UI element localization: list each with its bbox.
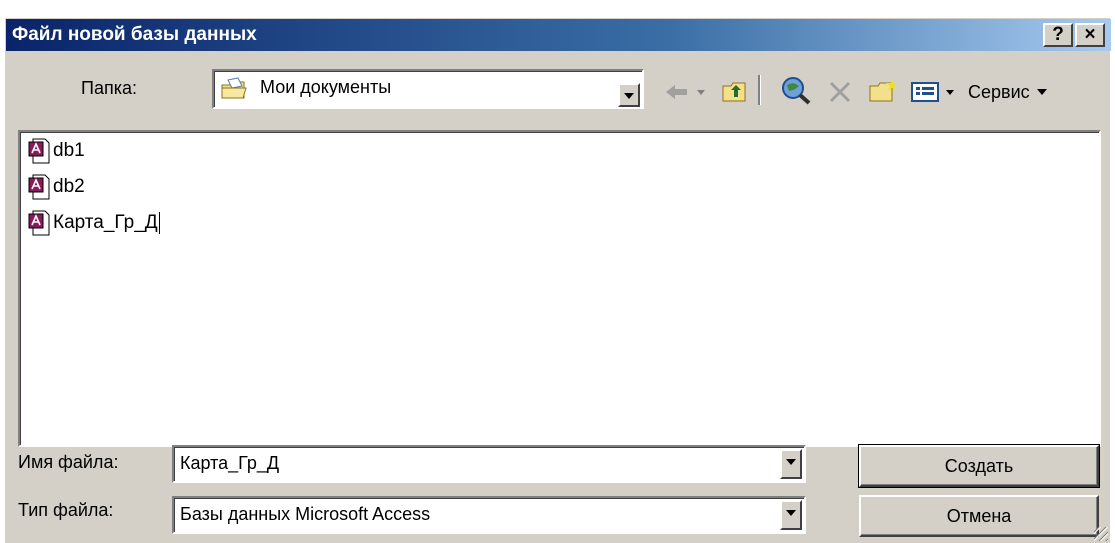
delete-icon <box>829 81 851 103</box>
access-database-icon <box>28 138 50 164</box>
filetype-label: Тип файла: <box>18 500 114 520</box>
create-button[interactable]: Создать <box>858 444 1100 488</box>
filename-field[interactable]: Карта_Гр_Д <box>172 445 806 483</box>
file-list[interactable]: db1 db2 Карта_Гр_Д <box>18 130 1101 447</box>
my-documents-icon <box>221 77 247 99</box>
tools-menu-label: Сервис <box>968 81 1030 102</box>
help-icon: ? <box>1052 24 1064 45</box>
filetype-dropdown-button[interactable] <box>780 500 802 530</box>
file-name: db2 <box>53 176 85 197</box>
close-button[interactable]: × <box>1075 23 1105 47</box>
toolbar-separator <box>758 75 761 105</box>
filename-value: Карта_Гр_Д <box>180 453 280 473</box>
new-folder-button[interactable] <box>866 75 902 105</box>
chevron-down-icon <box>1036 89 1047 95</box>
folder-value: Мои документы <box>260 77 392 97</box>
file-name: db1 <box>53 140 85 161</box>
up-one-level-button[interactable] <box>718 77 752 107</box>
folder-label: Папка: <box>81 78 137 98</box>
folder-up-icon <box>722 82 746 102</box>
create-button-label: Создать <box>944 456 1014 476</box>
search-web-icon <box>782 77 811 105</box>
new-folder-icon <box>869 78 898 102</box>
delete-button[interactable] <box>823 77 857 107</box>
list-item[interactable]: db2 <box>28 172 85 202</box>
file-name: Карта_Гр_Д <box>53 212 158 233</box>
filetype-select[interactable]: Базы данных Microsoft Access <box>172 496 806 534</box>
list-item[interactable]: db1 <box>28 136 85 166</box>
filename-label: Имя файла: <box>18 452 119 472</box>
filetype-value: Базы данных Microsoft Access <box>180 504 431 524</box>
search-web-button[interactable] <box>776 75 816 105</box>
folder-combobox[interactable]: Мои документы <box>212 69 644 109</box>
access-database-icon <box>28 174 50 200</box>
close-icon: × <box>1084 24 1096 45</box>
resize-grip[interactable] <box>1094 527 1108 541</box>
back-arrow-icon <box>666 85 705 99</box>
access-database-icon <box>28 210 50 236</box>
title-bar[interactable]: Файл новой базы данных ? × <box>6 19 1111 51</box>
folder-dropdown-button[interactable] <box>618 83 640 107</box>
tools-menu-button[interactable]: Сервис <box>968 77 1102 107</box>
create-accelerator: д <box>975 456 986 476</box>
help-button[interactable]: ? <box>1043 23 1073 47</box>
text-caret <box>158 212 160 234</box>
views-icon <box>911 82 954 102</box>
views-button[interactable] <box>908 77 964 107</box>
list-item[interactable]: Карта_Гр_Д <box>28 208 160 238</box>
filename-dropdown-button[interactable] <box>780 449 802 479</box>
dialog-title: Файл новой базы данных <box>12 24 257 45</box>
cancel-button-label: Отмена <box>946 506 1012 526</box>
cancel-button[interactable]: Отмена <box>859 495 1099 537</box>
back-button[interactable] <box>661 77 711 107</box>
new-database-dialog: Файл новой базы данных ? × Папка: Мои до… <box>5 18 1111 543</box>
